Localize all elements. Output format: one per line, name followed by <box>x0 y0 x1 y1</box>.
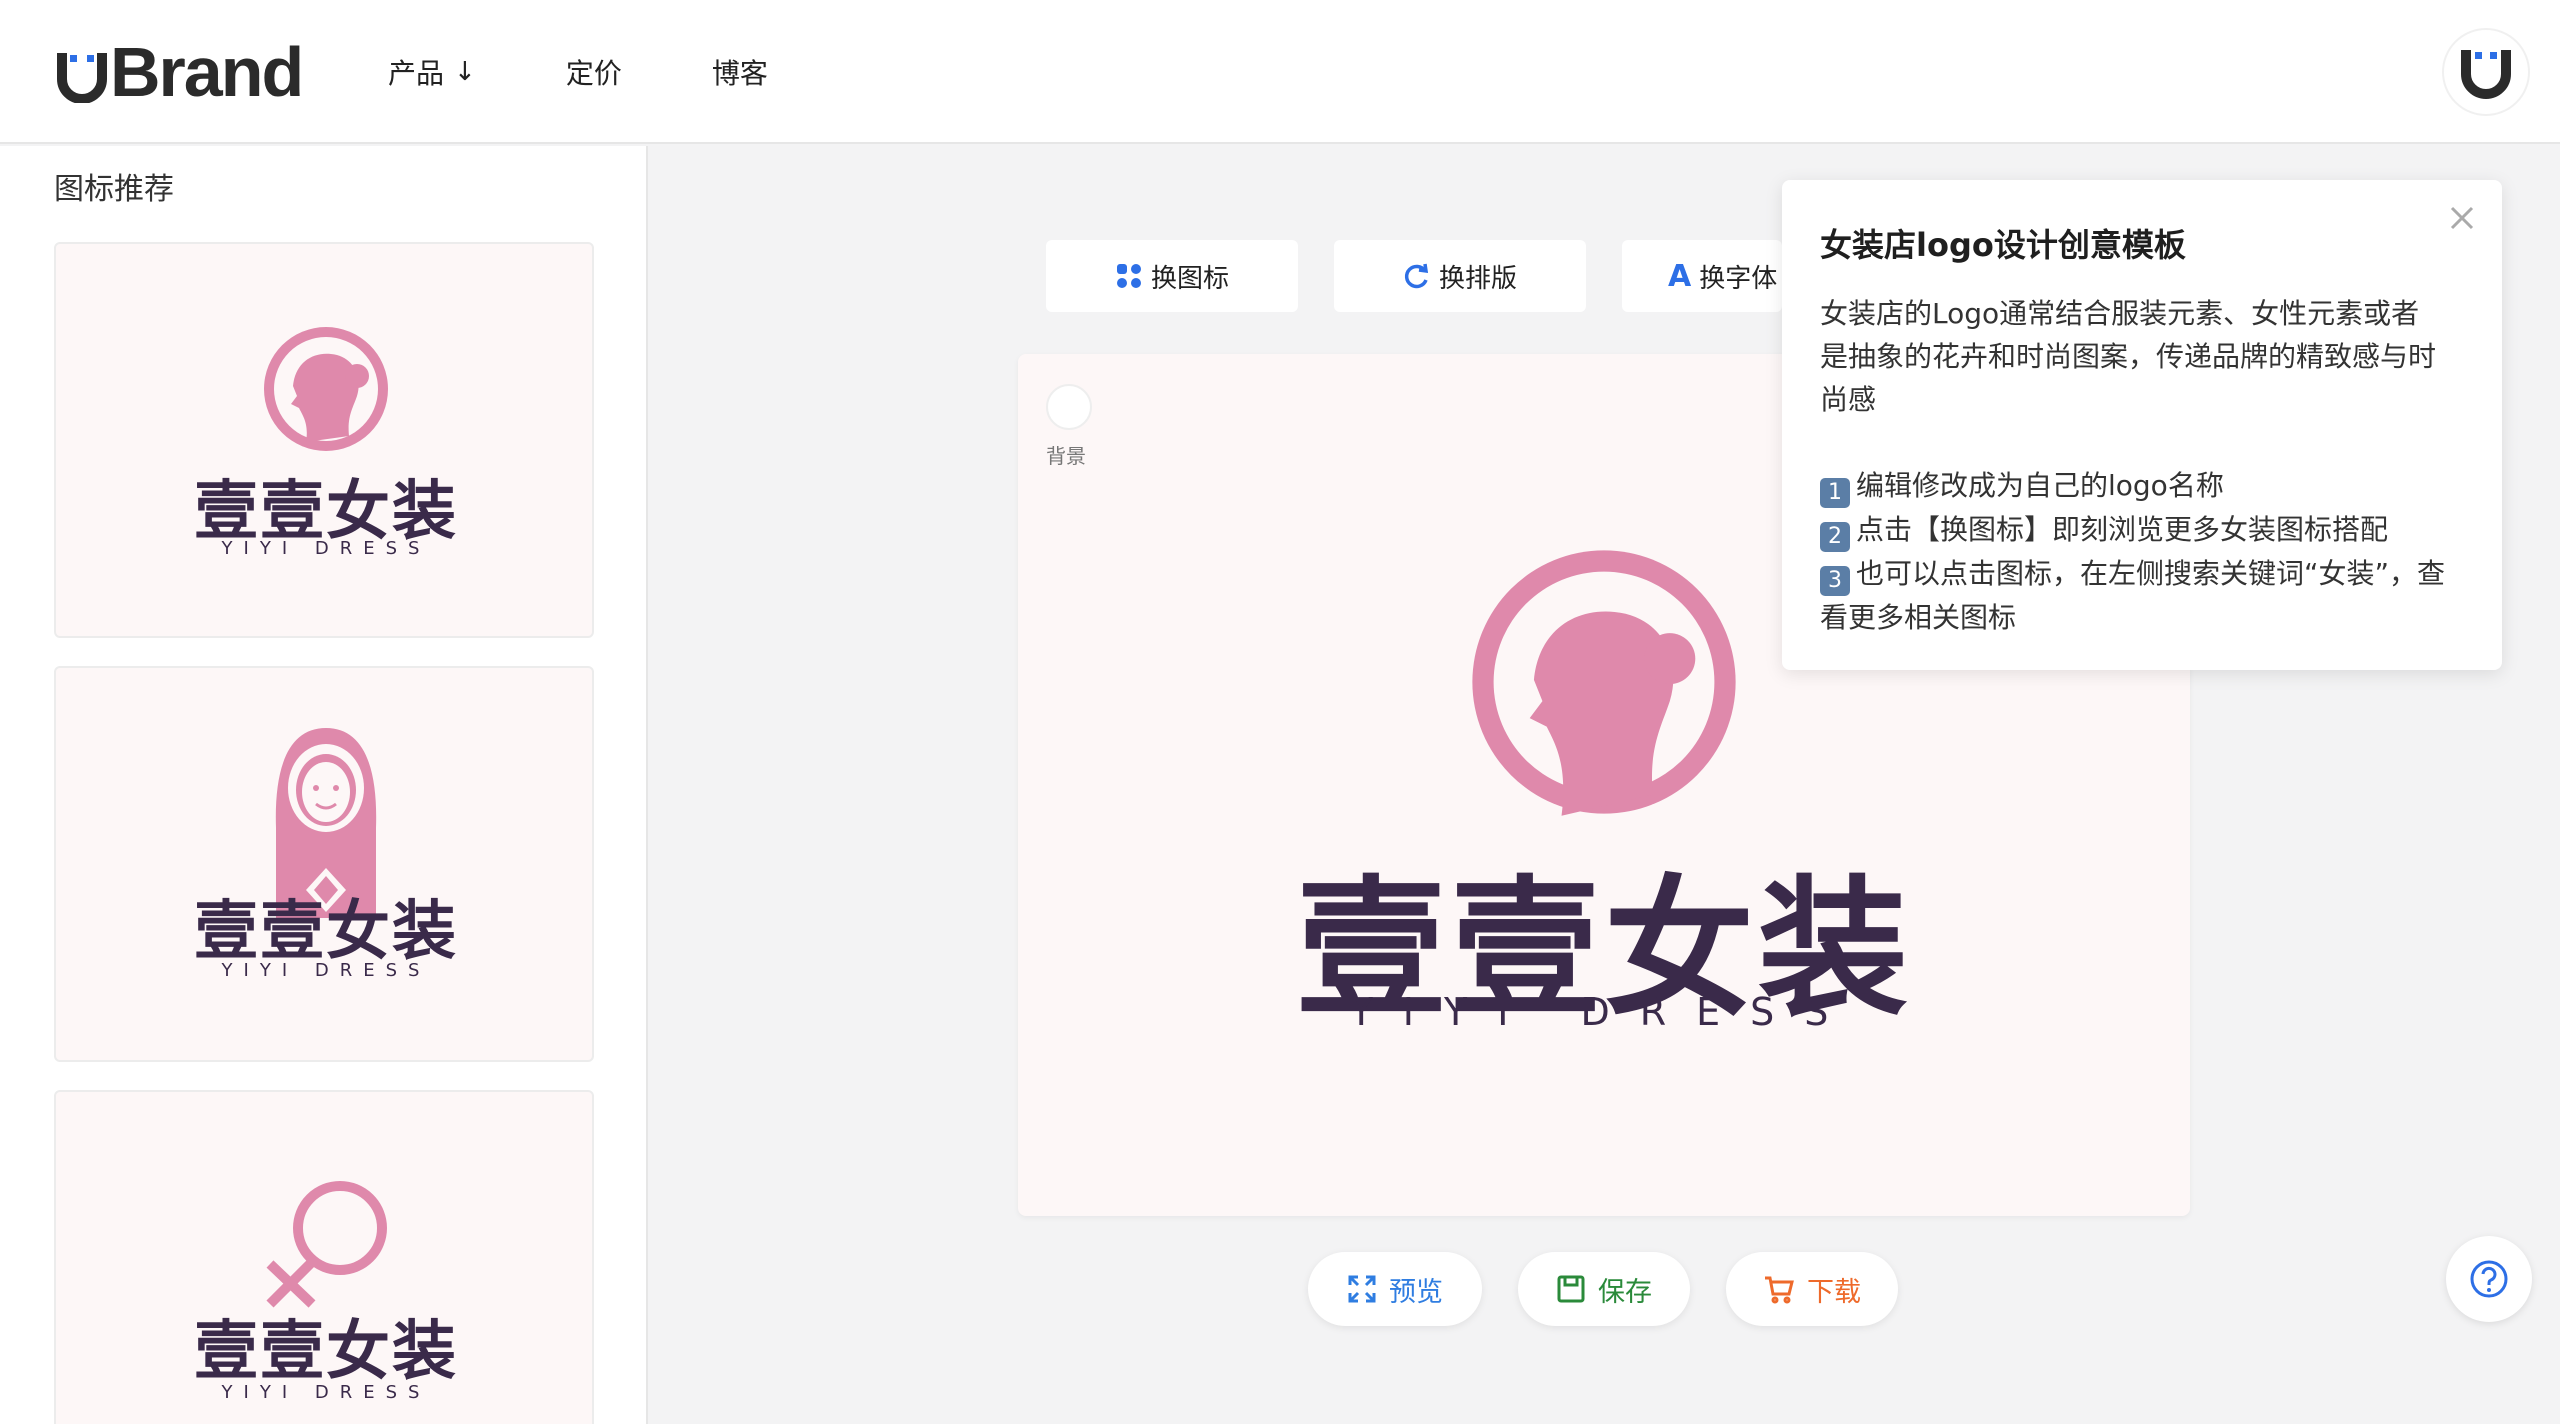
tip-step-1-text: 编辑修改成为自己的logo名称 <box>1856 469 2224 502</box>
change-layout-button[interactable]: 换排版 <box>1334 240 1586 312</box>
user-avatar[interactable] <box>2442 28 2530 116</box>
refresh-icon <box>1403 262 1431 290</box>
nav-pricing[interactable]: 定价 <box>566 50 622 94</box>
woman-profile-icon <box>264 327 388 451</box>
tip-desc-line: 尚感 <box>1820 383 1877 416</box>
background-label: 背景 <box>1046 444 1086 468</box>
close-icon[interactable] <box>2442 198 2482 238</box>
tip-title: 女装店logo设计创意模板 <box>1820 226 2186 264</box>
change-font-button[interactable]: A 换字体 <box>1622 240 1782 312</box>
top-header: Brand 产品 ↓ 定价 博客 <box>0 0 2560 144</box>
recommend-card-1[interactable]: 壹壹女装 YIYI DRESS <box>54 242 594 638</box>
download-label: 下载 <box>1807 1276 1861 1308</box>
female-symbol-icon <box>266 1181 387 1308</box>
nav-products[interactable]: 产品 ↓ <box>388 50 476 94</box>
change-icon-label: 换图标 <box>1150 263 1229 294</box>
tip-desc-line: 是抽象的花卉和时尚图案，传递品牌的精致感与时 <box>1820 340 2437 373</box>
tip-step-3: 3 也可以点击图标，在左侧搜索关键词“女装”，查 <box>1820 552 2464 596</box>
background-color-toggle[interactable] <box>1046 384 1092 430</box>
save-button[interactable]: 保存 <box>1518 1252 1690 1326</box>
logo-en-text[interactable]: YIYI DRESS <box>1018 990 2190 1034</box>
change-icon-button[interactable]: 换图标 <box>1046 240 1298 312</box>
user-u-icon <box>2461 50 2511 99</box>
font-icon: A <box>1668 258 1692 294</box>
number-3-icon: 3 <box>1820 566 1850 596</box>
change-layout-label: 换排版 <box>1438 263 1517 294</box>
tip-step-2-text: 点击【换图标】即刻浏览更多女装图标搭配 <box>1856 513 2389 546</box>
preview-label: 预览 <box>1389 1276 1443 1308</box>
expand-icon <box>1347 1274 1377 1304</box>
brand-name: Brand <box>110 33 304 111</box>
tip-step-3-cont: 看更多相关图标 <box>1820 601 2017 634</box>
sidebar-title: 图标推荐 <box>54 172 174 207</box>
tip-body: 女装店的Logo通常结合服装元素、女性元素或者 是抽象的花卉和时尚图案，传递品牌… <box>1820 292 2464 639</box>
preview-button[interactable]: 预览 <box>1308 1252 1482 1326</box>
brand-u-icon <box>57 53 107 103</box>
tip-step-3-text: 也可以点击图标，在左侧搜索关键词“女装”，查 <box>1856 557 2446 590</box>
nav-products-label: 产品 <box>388 57 445 90</box>
number-2-icon: 2 <box>1820 522 1850 552</box>
change-font-label: 换字体 <box>1699 263 1778 294</box>
icon-recommend-sidebar: 图标推荐 壹壹女装 YIYI DRESS 壹壹女装 YIYI DRESS 壹壹女… <box>0 146 648 1424</box>
arrow-down-icon: ↓ <box>454 57 476 87</box>
card-en-name: YIYI DRESS <box>221 538 431 559</box>
question-icon <box>2470 1260 2508 1298</box>
card-cn-name: 壹壹女装 <box>194 1315 458 1389</box>
card-en-name: YIYI DRESS <box>221 1382 431 1403</box>
download-button[interactable]: 下载 <box>1726 1252 1898 1326</box>
card-cn-name: 壹壹女装 <box>194 895 458 969</box>
number-1-icon: 1 <box>1820 478 1850 508</box>
nav-blog[interactable]: 博客 <box>712 50 768 94</box>
main-nav: 产品 ↓ 定价 博客 <box>388 50 858 94</box>
recommend-card-3[interactable]: 壹壹女装 YIYI DRESS <box>54 1090 594 1424</box>
save-icon <box>1556 1274 1586 1304</box>
template-tip-popover: 女装店logo设计创意模板 女装店的Logo通常结合服装元素、女性元素或者 是抽… <box>1782 180 2502 670</box>
help-button[interactable] <box>2446 1236 2532 1322</box>
save-label: 保存 <box>1598 1276 1652 1308</box>
woman-profile-icon[interactable] <box>1466 544 1742 820</box>
cart-icon <box>1763 1274 1795 1304</box>
tip-step-2: 2 点击【换图标】即刻浏览更多女装图标搭配 <box>1820 508 2464 552</box>
recommend-card-2[interactable]: 壹壹女装 YIYI DRESS <box>54 666 594 1062</box>
nav-blog-label: 博客 <box>711 57 768 90</box>
tip-step-1: 1 编辑修改成为自己的logo名称 <box>1820 464 2464 508</box>
tip-desc-line: 女装店的Logo通常结合服装元素、女性元素或者 <box>1820 297 2420 330</box>
nav-pricing-label: 定价 <box>565 57 622 90</box>
shapes-icon <box>1115 262 1143 290</box>
card-en-name: YIYI DRESS <box>221 960 431 981</box>
brand-logo[interactable]: Brand <box>56 33 304 111</box>
